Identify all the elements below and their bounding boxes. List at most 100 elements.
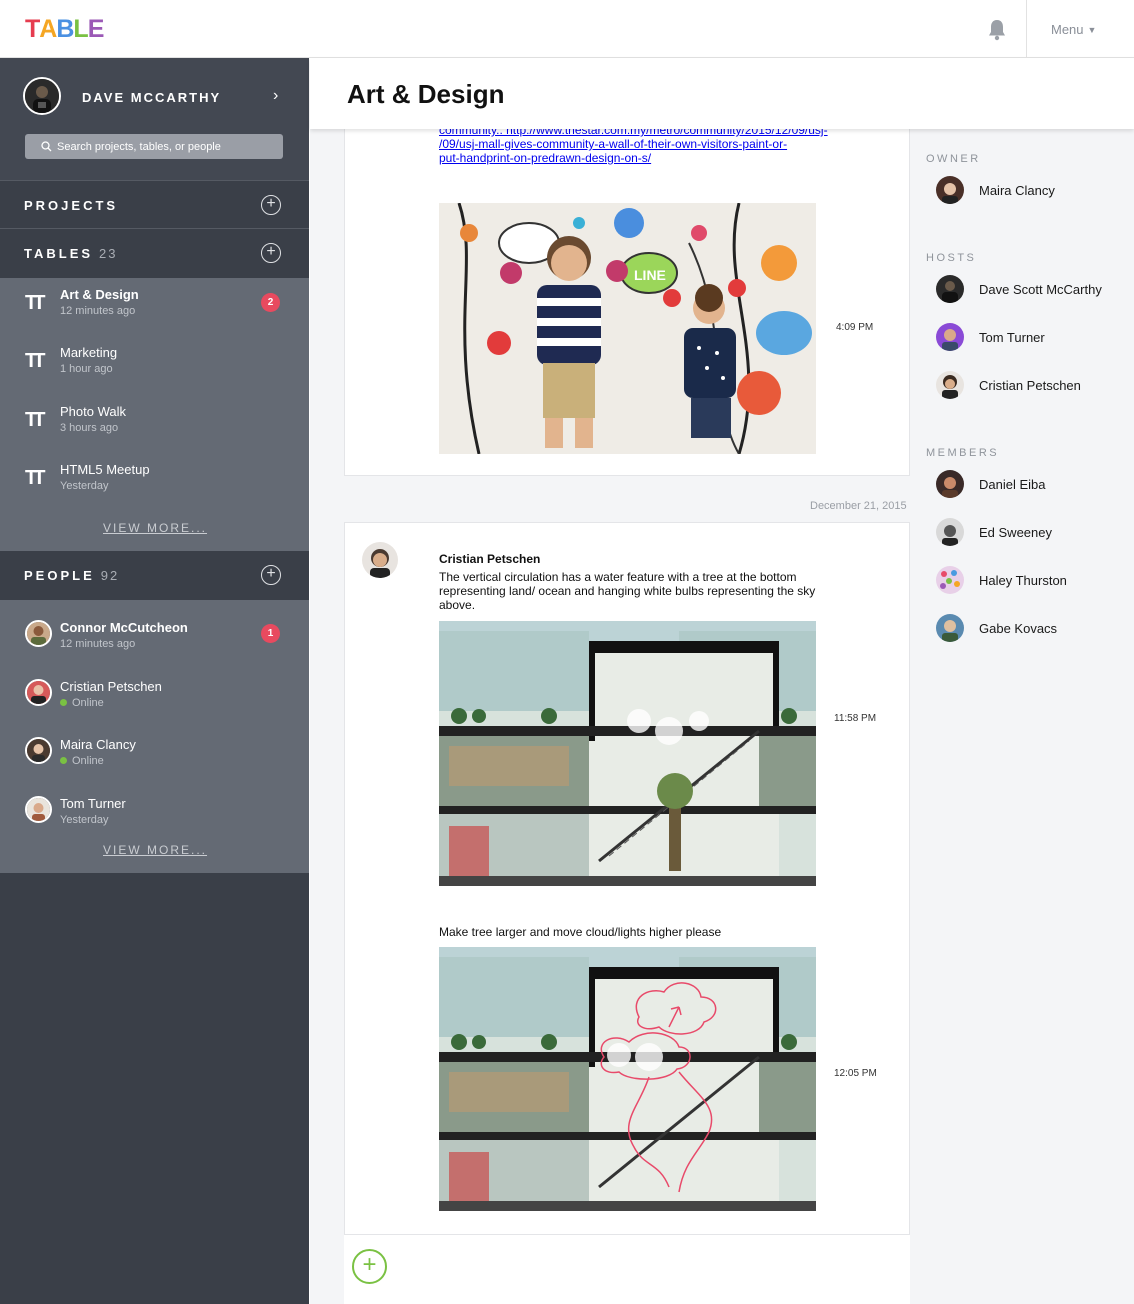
person-name: Tom Turner [979,330,1045,345]
table-item[interactable]: TT Photo Walk 3 hours ago [0,395,309,453]
message-card: community.: http://www.thestar.com.my/me… [344,129,910,476]
table-icon: TT [25,350,46,372]
unread-badge: 2 [261,293,280,312]
tables-list: TT Art & Design 12 minutes ago 2 TT Mark… [0,278,309,551]
avatar [936,275,964,303]
member-item[interactable]: Haley Thurston [934,565,1124,597]
owner-item[interactable]: Maira Clancy [934,175,1124,207]
logo-letter: B [56,15,74,43]
person-name: Dave Scott McCarthy [979,282,1102,297]
avatar [936,518,964,546]
svg-text:LINE: LINE [634,267,666,283]
table-participants-panel: OWNER Maira Clancy HOSTS Dave Scott McCa… [910,129,1134,1304]
table-name: Photo Walk [60,404,126,419]
person-item[interactable]: Cristian Petschen Online [0,671,309,729]
online-indicator [60,699,67,706]
user-name: DAVE MCCARTHY [82,90,222,105]
avatar [25,796,52,823]
message-card: Cristian Petschen The vertical circulati… [344,522,910,1235]
avatar [936,371,964,399]
menu-label: Menu [1051,22,1084,37]
person-item[interactable]: Tom Turner Yesterday [0,788,309,846]
date-divider: December 21, 2015 [810,500,907,512]
tables-title: TABLES 23 [24,246,118,261]
host-item[interactable]: Cristian Petschen [934,370,1124,402]
avatar [936,470,964,498]
member-item[interactable]: Ed Sweeney [934,517,1124,549]
table-item[interactable]: TT Art & Design 12 minutes ago 2 [0,278,309,336]
message-link-line[interactable]: put-handprint-on-predrawn-design-on-s/ [439,151,829,165]
person-name: Ed Sweeney [979,525,1052,540]
table-time: Yesterday [60,480,109,492]
add-message-button[interactable]: + [352,1249,387,1284]
member-item[interactable]: Gabe Kovacs [934,613,1124,645]
chevron-right-icon[interactable]: › [273,87,278,105]
architecture-render[interactable] [439,621,816,886]
avatar[interactable] [362,542,398,578]
avatar [936,323,964,351]
add-table-icon[interactable]: + [261,243,281,263]
host-item[interactable]: Tom Turner [934,322,1124,354]
person-name: Gabe Kovacs [979,621,1058,636]
annotated-architecture-render[interactable] [439,947,816,1211]
people-header[interactable]: PEOPLE 92 + [0,551,309,599]
member-item[interactable]: Daniel Eiba [934,469,1124,501]
topbar-divider [1026,0,1027,58]
top-bar: T A B L E Menu ▼ [0,0,1134,58]
person-item[interactable]: Connor McCutcheon 12 minutes ago 1 [0,612,309,670]
avatar [23,77,61,115]
table-name: Marketing [60,345,118,360]
wall-art-photo[interactable]: LINE [439,203,816,454]
message-author[interactable]: Cristian Petschen [439,552,540,566]
current-user[interactable]: DAVE MCCARTHY › [0,58,309,180]
avatar [25,679,52,706]
message-time: 11:58 PM [834,713,877,724]
person-name: Daniel Eiba [979,477,1046,492]
tables-count: 23 [99,246,118,261]
avatar [936,566,964,594]
person-name: Cristian Petschen [979,378,1081,393]
unread-badge: 1 [261,624,280,643]
host-item[interactable]: Dave Scott McCarthy [934,274,1124,306]
main-header: Art & Design [310,58,1134,129]
table-item[interactable]: TT Marketing 1 hour ago [0,336,309,394]
bell-icon[interactable] [984,17,1010,43]
search-box[interactable] [25,134,283,159]
person-name: Maira Clancy [979,183,1055,198]
person-item[interactable]: Maira Clancy Online [0,729,309,787]
person-status: Yesterday [60,814,109,826]
person-status: 12 minutes ago [60,638,136,650]
app-logo[interactable]: T A B L E [25,15,105,43]
people-list: Connor McCutcheon 12 minutes ago 1 Crist… [0,600,309,873]
person-name: Maira Clancy [60,737,136,752]
search-icon [41,141,52,152]
add-project-icon[interactable]: + [261,195,281,215]
projects-header[interactable]: PROJECTS + [0,180,309,228]
search-input[interactable] [57,140,277,153]
avatar [936,176,964,204]
table-item[interactable]: TT HTML5 Meetup Yesterday [0,453,309,511]
logo-letter: A [39,15,57,43]
message-link-line[interactable]: /09/usj-mall-gives-community-a-wall-of-t… [439,137,829,151]
owner-label: OWNER [926,153,981,165]
message-text: The vertical circulation has a water fea… [439,570,816,612]
table-icon: TT [25,409,46,431]
message-feed[interactable]: community.: http://www.thestar.com.my/me… [310,129,910,1304]
table-time: 1 hour ago [60,363,113,375]
person-status: Online [60,697,104,709]
logo-letter: E [87,15,105,43]
members-label: MEMBERS [926,447,1000,459]
menu-button[interactable]: Menu ▼ [1051,22,1096,37]
people-view-more-link[interactable]: VIEW MORE... [103,843,207,857]
tables-view-more-link[interactable]: VIEW MORE... [103,521,207,535]
sidebar: DAVE MCCARTHY › PROJECTS + TABLES 23 + TT… [0,58,309,1304]
tables-header[interactable]: TABLES 23 + [0,228,309,276]
add-person-icon[interactable]: + [261,565,281,585]
message-link-text: community.: http://www.thestar.com.my/me… [439,129,828,137]
people-label: PEOPLE [24,568,95,583]
logo-letter: L [73,15,88,43]
hosts-label: HOSTS [926,252,977,264]
message-link-partial[interactable]: community.: http://www.thestar.com.my/me… [439,129,829,137]
caret-down-icon: ▼ [1087,25,1097,35]
people-title: PEOPLE 92 [24,568,119,583]
